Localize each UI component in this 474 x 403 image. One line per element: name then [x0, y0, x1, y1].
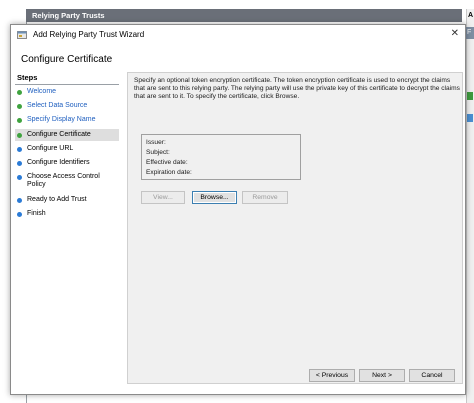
- issuer-label: Issuer:: [146, 139, 166, 146]
- step-label: Welcome: [27, 88, 57, 95]
- page-title: Configure Certificate: [21, 54, 113, 65]
- step-complete-icon: [17, 103, 22, 109]
- remove-button[interactable]: Remove: [242, 191, 288, 204]
- step-pending-icon: [17, 211, 22, 217]
- step-label: Configure Certificate: [27, 131, 91, 138]
- step-welcome[interactable]: Welcome: [15, 88, 119, 99]
- step-current-icon: [17, 132, 22, 138]
- step-pending-icon: [17, 197, 22, 203]
- step-label: Ready to Add Trust: [27, 196, 87, 203]
- cancel-button[interactable]: Cancel: [409, 369, 455, 382]
- steps-title: Steps: [17, 73, 38, 82]
- step-complete-icon: [17, 117, 22, 123]
- expiration-date-label: Expiration date:: [146, 169, 192, 176]
- action-green-icon: [467, 92, 473, 100]
- steps-divider: [15, 84, 119, 85]
- view-button[interactable]: View...: [141, 191, 185, 204]
- close-icon[interactable]: ✕: [451, 28, 459, 40]
- wizard-app-icon: [17, 31, 27, 39]
- step-specify-display-name[interactable]: Specify Display Name: [15, 116, 119, 127]
- step-label: Select Data Source: [27, 102, 88, 109]
- step-ready-to-add-trust[interactable]: Ready to Add Trust: [15, 196, 119, 207]
- step-choose-access-control-policy[interactable]: Choose Access Control Policy: [15, 173, 119, 191]
- actions-pane-label: A: [468, 12, 474, 19]
- step-label: Configure Identifiers: [27, 159, 90, 166]
- certificate-description: Specify an optional token encryption cer…: [134, 77, 460, 100]
- step-configure-certificate[interactable]: Configure Certificate: [15, 129, 119, 141]
- step-finish[interactable]: Finish: [15, 210, 119, 221]
- step-pending-icon: [17, 174, 22, 180]
- certificate-details-box: Issuer: Subject: Effective date: Expirat…: [141, 134, 301, 180]
- step-pending-icon: [17, 146, 22, 152]
- step-label: Configure URL: [27, 145, 74, 152]
- subject-label: Subject:: [146, 149, 170, 156]
- add-relying-party-trust-wizard: Add Relying Party Trust Wizard ✕ Configu…: [10, 24, 466, 395]
- step-select-data-source[interactable]: Select Data Source: [15, 102, 119, 113]
- actions-pane-header-label: F: [467, 29, 472, 36]
- actions-pane-strip: [466, 9, 474, 403]
- wizard-titlebar[interactable]: Add Relying Party Trust Wizard ✕: [11, 25, 465, 45]
- previous-button[interactable]: < Previous: [309, 369, 355, 382]
- step-complete-icon: [17, 89, 22, 95]
- effective-date-label: Effective date:: [146, 159, 188, 166]
- step-label: Finish: [27, 210, 46, 217]
- step-configure-url[interactable]: Configure URL: [15, 145, 119, 156]
- content-panel: Specify an optional token encryption cer…: [127, 72, 463, 384]
- step-label: Specify Display Name: [27, 116, 96, 123]
- next-button[interactable]: Next >: [359, 369, 405, 382]
- wizard-title: Add Relying Party Trust Wizard: [33, 30, 145, 39]
- browse-button[interactable]: Browse...: [192, 191, 237, 204]
- action-blue-icon: [467, 114, 473, 122]
- relying-party-trusts-header: Relying Party Trusts: [26, 9, 462, 22]
- step-label: Choose Access Control Policy: [27, 173, 100, 188]
- step-configure-identifiers[interactable]: Configure Identifiers: [15, 159, 119, 170]
- step-pending-icon: [17, 160, 22, 166]
